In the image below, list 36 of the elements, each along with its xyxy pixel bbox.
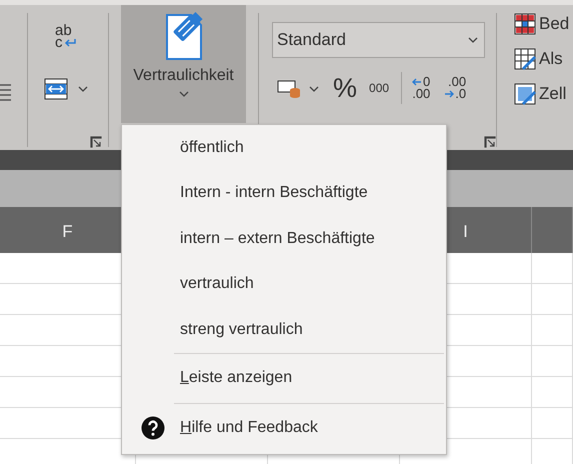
right-arrow-icon [444,90,454,98]
style-button[interactable]: Bed [514,13,570,35]
style-button[interactable]: Als [514,48,570,70]
menu-item[interactable]: vertraulich [180,275,254,294]
decrease-decimal-button[interactable]: 0 .00 [412,76,430,100]
column-header[interactable]: F [62,222,73,242]
return-arrow-icon [64,38,76,48]
percent-button[interactable]: % [333,72,358,104]
menu-item[interactable]: Hilfe und Feedback [180,419,318,437]
conditional-formatting-icon [514,13,536,35]
thousands-separator-button[interactable]: 000 [369,81,390,95]
dropdown-caret-icon [468,37,478,43]
merge-button[interactable] [42,76,90,102]
menu-item[interactable]: intern – extern Beschäftigte [180,230,375,248]
caret-icon [309,86,319,92]
cell-brush-icon [514,83,536,105]
sensitivity-button[interactable]: Vertraulichkeit [121,5,246,123]
column-header[interactable]: I [463,222,468,242]
menu-item[interactable]: Leiste anzeigen [180,369,292,387]
left-arrow-icon [412,78,422,86]
merge-cells-icon [44,78,68,100]
dialog-launcher-icon[interactable] [484,136,496,148]
align-icon[interactable] [0,83,12,101]
menu-item[interactable]: öffentlich [180,138,244,157]
menu-item[interactable]: Intern - intern Beschäftigte [180,184,368,202]
currency-icon[interactable] [277,78,301,98]
wrap-text-button[interactable]: ab c [53,23,78,51]
number-format-field[interactable]: Standard [272,22,485,58]
increase-decimal-button[interactable]: .00 .0 [444,76,466,100]
style-button[interactable]: Zell [514,83,570,105]
caret-icon [178,91,188,97]
help-icon [141,416,165,440]
dialog-launcher-icon[interactable] [90,136,102,148]
menu-item[interactable]: streng vertraulich [180,320,303,339]
table-brush-icon [514,48,536,70]
caret-icon [78,86,88,92]
